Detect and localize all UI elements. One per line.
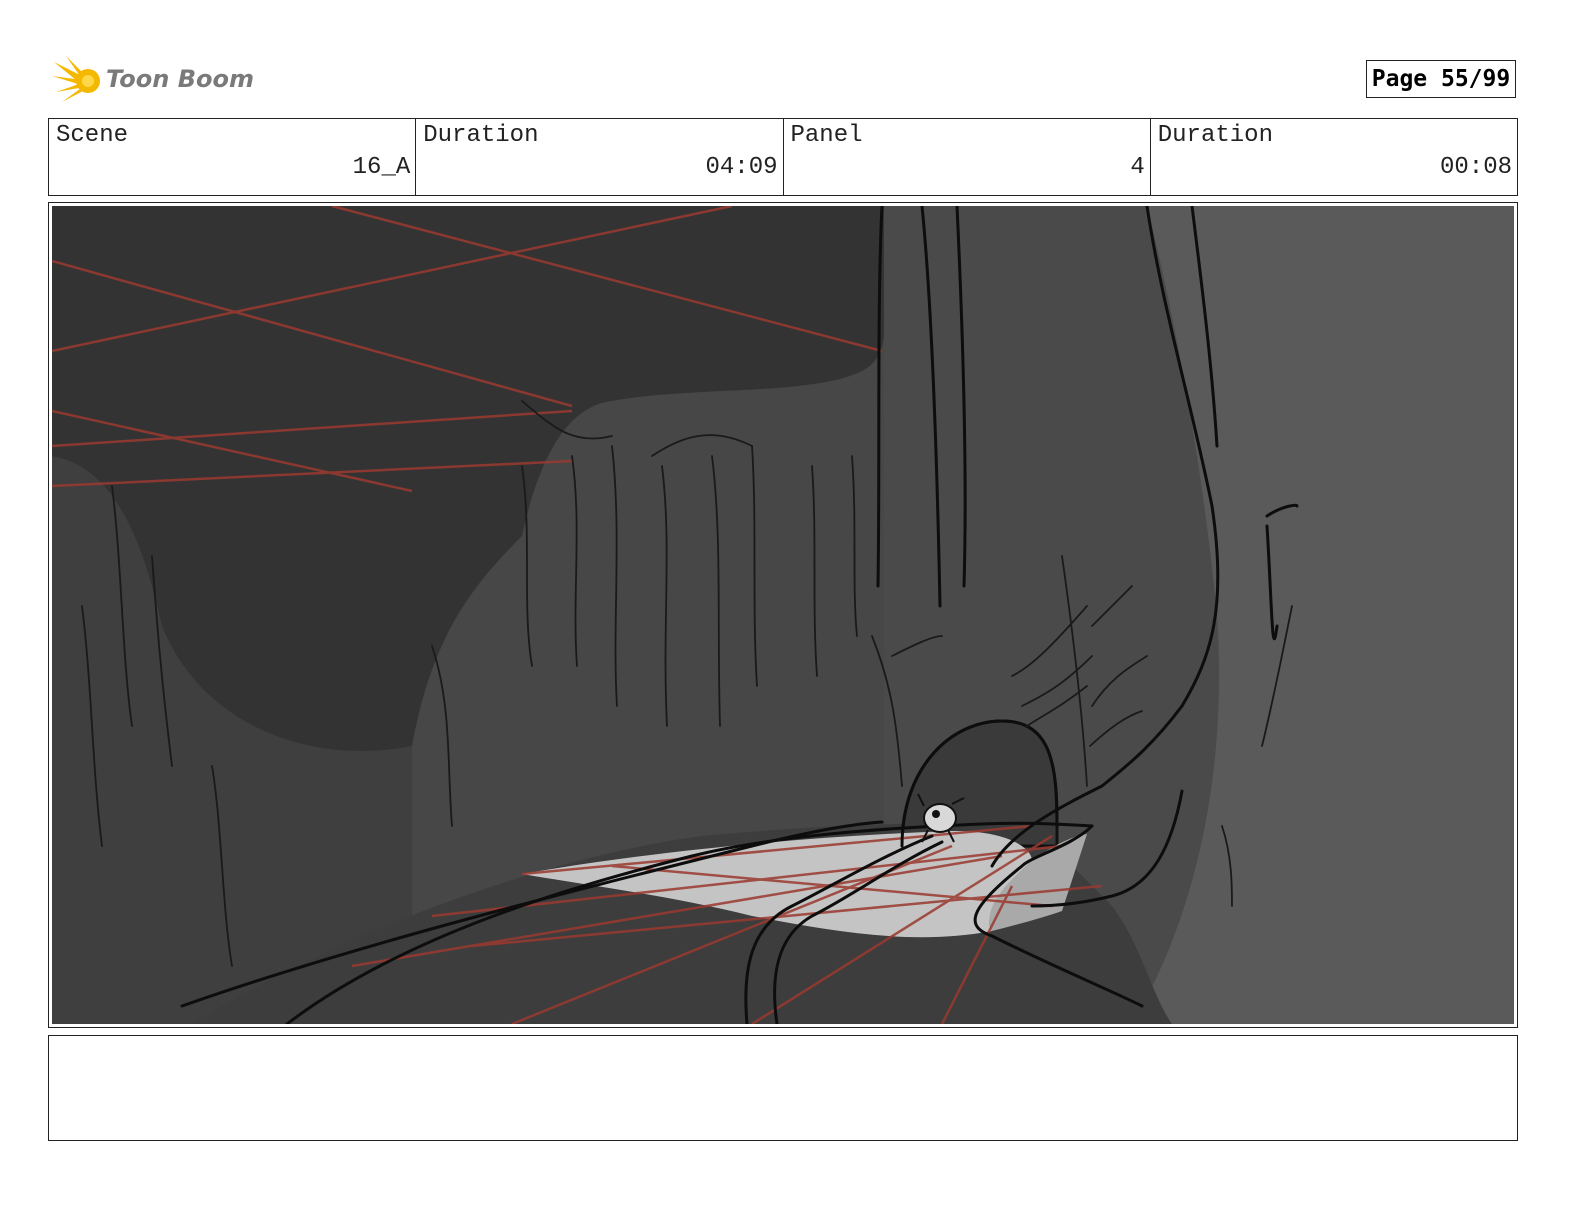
scene-cell: Scene 16_A	[49, 119, 417, 195]
toon-boom-logo: Toon Boom	[52, 56, 254, 106]
page-label: Page 55/99	[1371, 66, 1511, 92]
storyboard-panel	[48, 202, 1518, 1028]
panel-sketch-image	[52, 206, 1514, 1024]
panel-notes-box	[48, 1035, 1518, 1141]
panel-duration-value: 00:08	[1439, 154, 1512, 181]
logo-text: Toon Boom	[106, 65, 254, 93]
panel-value: 4	[1130, 154, 1145, 181]
panel-duration-label: Duration	[1157, 122, 1273, 149]
scene-duration-value: 04:09	[705, 154, 778, 181]
panel-label: Panel	[790, 122, 863, 149]
scene-duration-label: Duration	[423, 122, 539, 149]
scene-value: 16_A	[352, 154, 411, 181]
page-number: Page 55/99	[1366, 60, 1516, 98]
scene-duration-cell: Duration 04:09	[416, 119, 784, 195]
scene-label: Scene	[56, 122, 129, 149]
panel-cell: Panel 4	[784, 119, 1151, 195]
panel-duration-cell: Duration 00:08	[1151, 119, 1517, 195]
scene-info-table: Scene 16_A Duration 04:09 Panel 4 Durati…	[48, 118, 1518, 196]
star-burst-icon	[52, 56, 100, 102]
